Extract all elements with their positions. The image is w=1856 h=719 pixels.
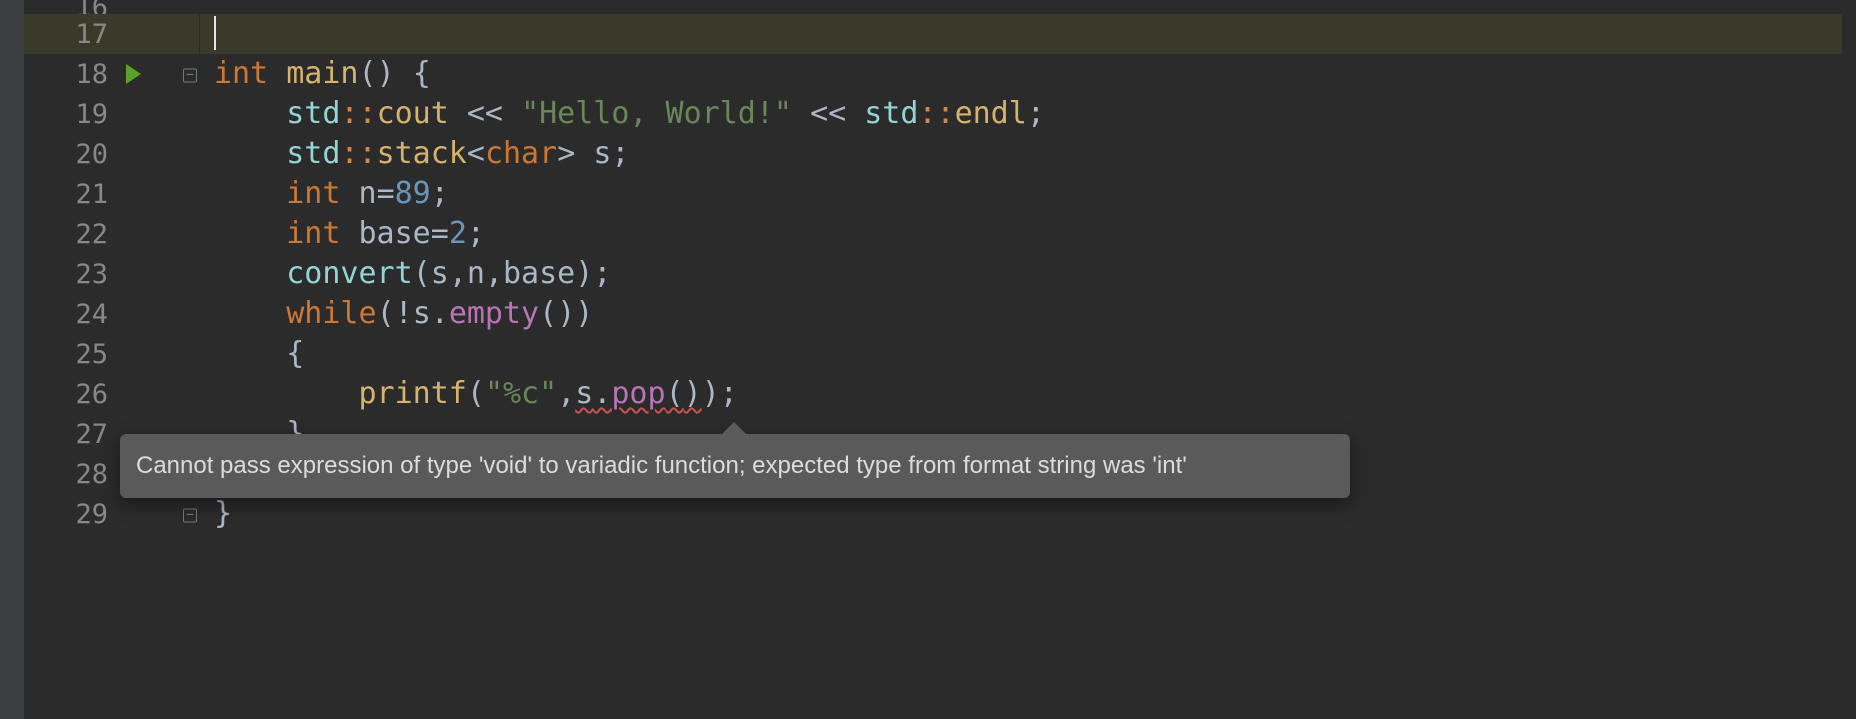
line-number: 29 (24, 499, 114, 530)
line-number: 20 (24, 139, 114, 170)
line-number: 21 (24, 179, 114, 210)
gutter: 18 − (24, 54, 200, 94)
gutter: 29 − (24, 494, 200, 534)
keyword-int: int (214, 56, 268, 91)
gutter: 24 (24, 294, 200, 334)
code-line-25[interactable]: 25 { (24, 334, 1856, 374)
code-line-20[interactable]: 20 std::stack<char> s; (24, 134, 1856, 174)
line-number: 17 (24, 19, 114, 50)
code-line-24[interactable]: 24 while(!s.empty()) (24, 294, 1856, 334)
line-number: 25 (24, 339, 114, 370)
code-line-16[interactable]: 16 (24, 0, 1856, 14)
line-number: 19 (24, 99, 114, 130)
tooltip-text: Cannot pass expression of type 'void' to… (136, 452, 1187, 479)
brace-open: { (413, 56, 431, 91)
code-line-22[interactable]: 22 int base=2; (24, 214, 1856, 254)
line-number: 24 (24, 299, 114, 330)
code-content[interactable] (200, 14, 1856, 54)
left-margin-bar (0, 0, 24, 719)
run-icon[interactable] (126, 64, 141, 84)
gutter: 25 (24, 334, 200, 374)
line-number: 23 (24, 259, 114, 290)
line-number: 22 (24, 219, 114, 250)
gutter: 22 (24, 214, 200, 254)
code-content[interactable]: printf("%c",s.pop()); (200, 374, 1856, 414)
code-line-23[interactable]: 23 convert(s,n,base); (24, 254, 1856, 294)
gutter: 19 (24, 94, 200, 134)
text-caret (214, 16, 216, 50)
gutter: 26 (24, 374, 200, 414)
code-line-18[interactable]: 18 − int main() { (24, 54, 1856, 94)
code-line-19[interactable]: 19 std::cout << "Hello, World!" << std::… (24, 94, 1856, 134)
fold-close-icon[interactable]: − (183, 506, 197, 523)
code-content[interactable]: std::cout << "Hello, World!" << std::end… (200, 94, 1856, 134)
line-number: 27 (24, 419, 114, 450)
code-content[interactable]: { (200, 334, 1856, 374)
code-content[interactable]: int main() { (200, 54, 1856, 94)
code-line-21[interactable]: 21 int n=89; (24, 174, 1856, 214)
code-content[interactable]: int n=89; (200, 174, 1856, 214)
func-main: main (286, 56, 358, 91)
brace-close: } (214, 496, 232, 531)
gutter: 17 (24, 14, 200, 54)
code-content[interactable]: std::stack<char> s; (200, 134, 1856, 174)
gutter: 23 (24, 254, 200, 294)
line-number: 18 (24, 59, 114, 90)
string-literal: "Hello, World!" (521, 96, 792, 131)
editor-root: 16 17 18 − int main() { 19 std:: (0, 0, 1856, 719)
code-line-17[interactable]: 17 (24, 14, 1856, 54)
vertical-scrollbar[interactable] (1842, 0, 1856, 719)
func-printf: printf (359, 376, 467, 411)
error-tooltip: Cannot pass expression of type 'void' to… (120, 434, 1350, 498)
editor-area[interactable]: 16 17 18 − int main() { 19 std:: (24, 0, 1856, 719)
code-line-26[interactable]: 26 printf("%c",s.pop()); (24, 374, 1856, 414)
error-squiggle[interactable]: s.pop() (575, 376, 701, 411)
line-number: 28 (24, 459, 114, 490)
func-convert: convert (286, 256, 412, 291)
gutter: 21 (24, 174, 200, 214)
fold-open-icon[interactable]: − (183, 66, 197, 83)
code-content[interactable]: while(!s.empty()) (200, 294, 1856, 334)
code-line-29[interactable]: 29 − } (24, 494, 1856, 534)
code-content[interactable]: convert(s,n,base); (200, 254, 1856, 294)
code-content[interactable]: int base=2; (200, 214, 1856, 254)
gutter: 16 (24, 0, 200, 14)
code-content[interactable]: } (200, 494, 1856, 534)
line-number: 26 (24, 379, 114, 410)
gutter: 20 (24, 134, 200, 174)
